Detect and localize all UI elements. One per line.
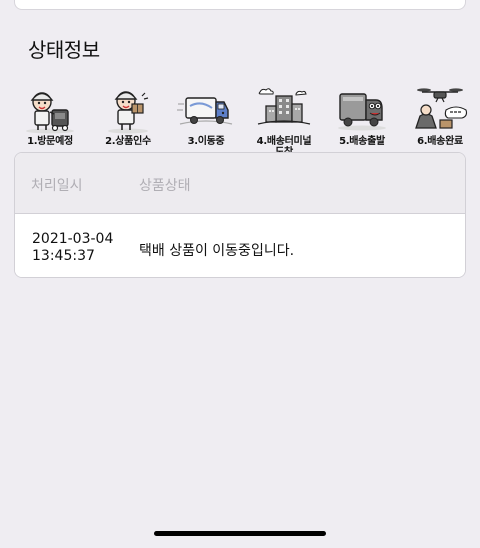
step-label: 5.배송출발 xyxy=(339,136,385,147)
truck-departing-icon xyxy=(338,93,386,131)
header-processed-at: 처리일시 xyxy=(31,178,83,194)
step-in-transit: 3.이동중 xyxy=(170,84,242,152)
step-pickup: 2.상품인수 xyxy=(92,84,164,152)
step-out-for-delivery: 5.배송출발 xyxy=(326,84,398,152)
step-label: 6.배송완료 xyxy=(417,136,463,147)
step-visit-scheduled: 1.방문예정 xyxy=(14,84,86,152)
terminal-building-icon xyxy=(257,88,311,125)
step-label: 2.상품인수 xyxy=(105,136,151,147)
home-indicator[interactable] xyxy=(154,531,326,536)
row-date: 2021-03-04 xyxy=(32,231,114,247)
table-header: 처리일시 상품상태 xyxy=(15,153,465,214)
delivery-truck-moving-icon xyxy=(177,97,233,125)
courier-with-cart-icon xyxy=(26,92,74,134)
courier-holding-package-icon xyxy=(108,91,149,134)
previous-card xyxy=(14,0,466,10)
delivery-steps: 1.방문예정 2.상품인수 3.이동중 4.배송터미널 5.배송출발 6.배송완… xyxy=(14,84,472,158)
table-row: 2021-03-04 13:45:37 택배 상품이 이동중입니다. xyxy=(15,214,465,277)
step-label: 3.이동중 xyxy=(187,136,225,147)
drone-good-icon xyxy=(415,88,468,129)
step-delivered: 6.배송완료 xyxy=(404,84,476,152)
row-status: 택배 상품이 이동중입니다. xyxy=(139,243,295,259)
step-terminal-arrival: 4.배송터미널 도착 xyxy=(248,84,320,158)
row-time: 13:45:37 xyxy=(32,248,95,264)
header-status: 상품상태 xyxy=(139,178,191,194)
status-table: 처리일시 상품상태 2021-03-04 13:45:37 택배 상품이 이동중… xyxy=(14,152,466,278)
row-datetime: 2021-03-04 13:45:37 xyxy=(32,231,113,265)
step-label: 1.방문예정 xyxy=(27,136,73,147)
section-title: 상태정보 xyxy=(28,38,100,62)
